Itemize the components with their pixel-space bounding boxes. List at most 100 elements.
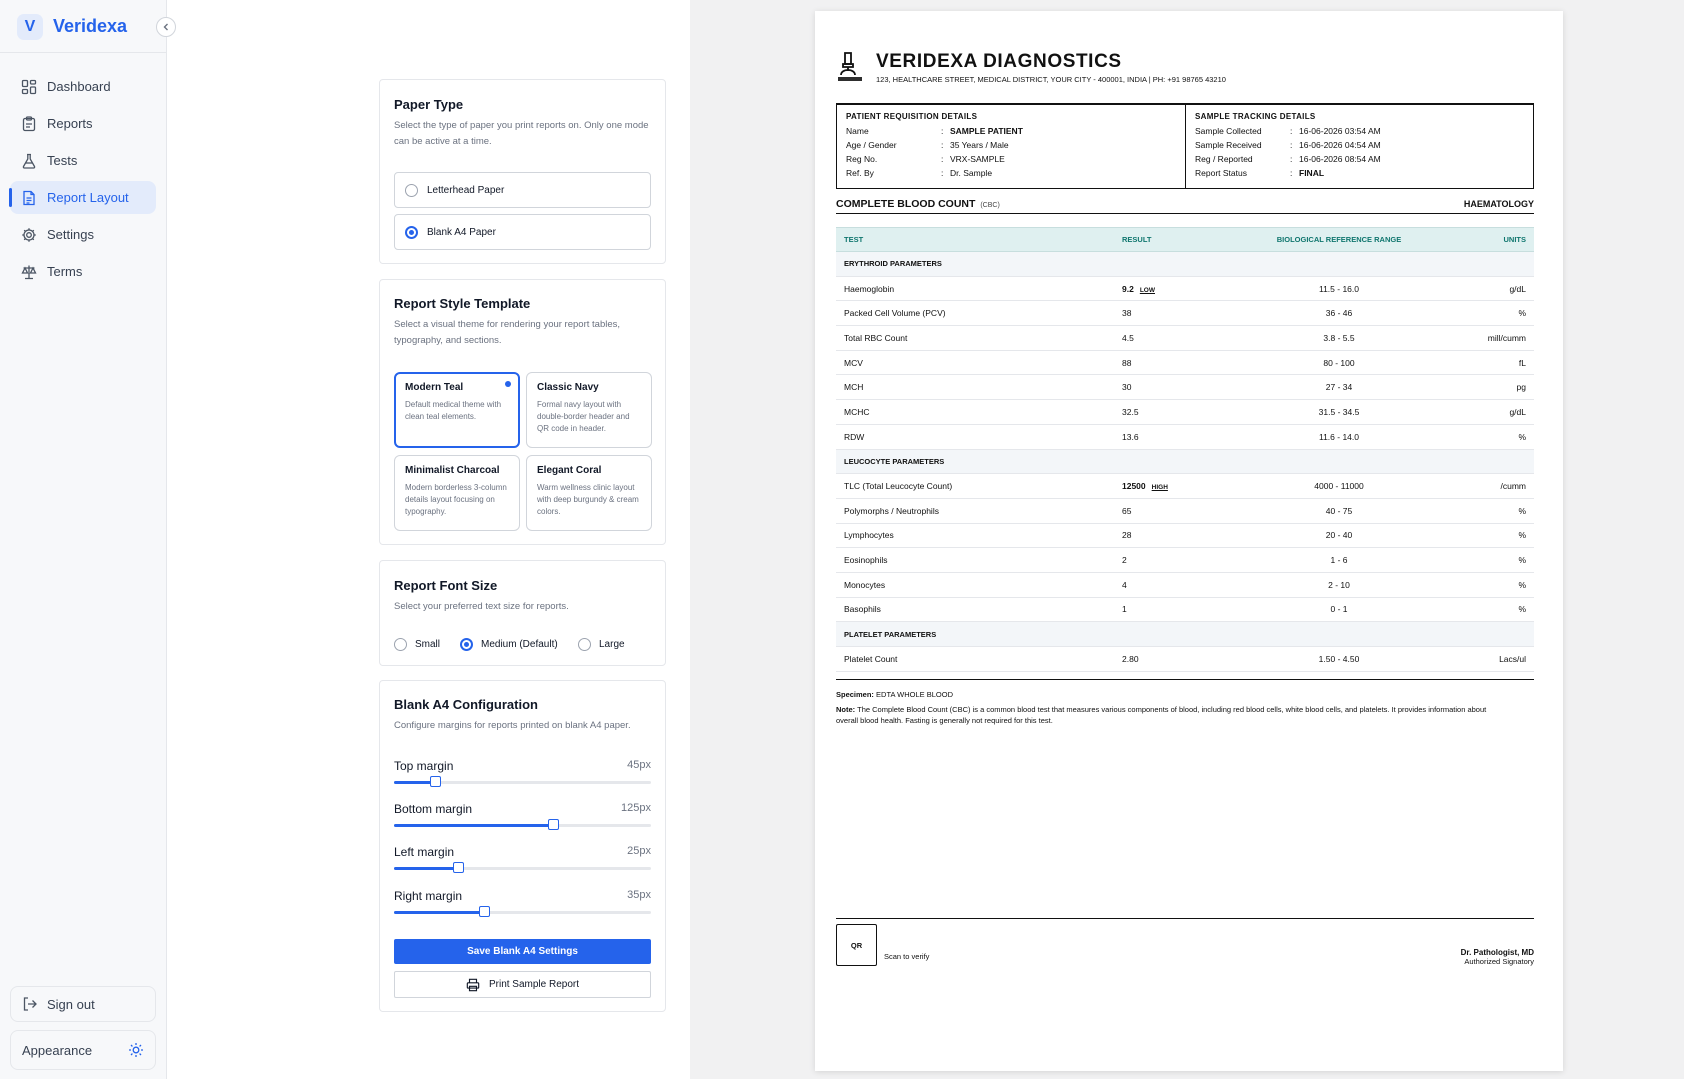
save-blank-a4-button[interactable]: Save Blank A4 Settings bbox=[394, 939, 651, 964]
card-description: Select the type of paper you print repor… bbox=[394, 120, 649, 147]
right-margin-slider[interactable] bbox=[394, 906, 651, 917]
paper-option-letterhead[interactable]: Letterhead Paper bbox=[394, 172, 651, 208]
unit-cell: % bbox=[1434, 424, 1534, 450]
slider-label: Right margin bbox=[394, 889, 463, 903]
slider-label: Top margin bbox=[394, 759, 454, 773]
table-row: Eosinophils 2 1 - 6% bbox=[836, 547, 1534, 573]
radio-button-selected[interactable] bbox=[460, 638, 473, 651]
result-value: 30 bbox=[1122, 382, 1132, 393]
result-cell: 28 bbox=[1114, 523, 1244, 549]
result-value: 65 bbox=[1122, 505, 1132, 516]
section-row: LEUCOCYTE PARAMETERS bbox=[836, 449, 1534, 475]
card-title: Paper Type bbox=[394, 97, 464, 112]
sun-icon[interactable] bbox=[128, 1042, 144, 1058]
slider-thumb[interactable] bbox=[453, 862, 465, 873]
bottom-margin-slider[interactable] bbox=[394, 819, 651, 830]
slider-thumb[interactable] bbox=[478, 906, 490, 917]
result-value: 9.2 bbox=[1122, 283, 1134, 294]
unit-cell: % bbox=[1434, 523, 1534, 549]
paper-option-blank-a4[interactable]: Blank A4 Paper bbox=[394, 214, 651, 250]
result-value: 1 bbox=[1122, 604, 1127, 615]
microscope-icon bbox=[836, 51, 864, 81]
slider-fill bbox=[394, 911, 484, 914]
table-row: Platelet Count 2.80 1.50 - 4.50 Lacs/ul bbox=[836, 646, 1534, 672]
lab-header: VERIDEXA DIAGNOSTICS 123, HEALTHCARE STR… bbox=[836, 51, 1534, 104]
unit-cell: g/dL bbox=[1434, 276, 1534, 302]
template-description: Modern borderless 3-column details layou… bbox=[405, 483, 507, 516]
result-cell: 1 bbox=[1114, 597, 1244, 623]
sidebar-item-report-layout[interactable]: Report Layout bbox=[9, 181, 156, 214]
sidebar-item-settings[interactable]: Settings bbox=[10, 218, 156, 251]
detail-row: Name: SAMPLE PATIENT bbox=[846, 124, 1176, 138]
layout-settings-panel: Paper Type Select the type of paper you … bbox=[168, 0, 690, 1079]
appearance-toggle[interactable]: Appearance bbox=[10, 1030, 156, 1070]
slider-thumb[interactable] bbox=[430, 776, 442, 787]
table-row: MCH 30 27 - 34 pg bbox=[836, 374, 1534, 401]
template-minimalist-charcoal[interactable]: Minimalist Charcoal Modern borderless 3-… bbox=[394, 455, 520, 531]
slider-value: 35px bbox=[627, 889, 651, 901]
result-value: 4 bbox=[1122, 579, 1127, 590]
sidebar-item-terms[interactable]: Terms bbox=[10, 255, 156, 288]
radio-button-selected[interactable] bbox=[405, 225, 418, 239]
sidebar-item-dashboard[interactable]: Dashboard bbox=[10, 70, 156, 103]
result-value: 2.80 bbox=[1122, 653, 1139, 664]
signatory-title: Authorized Signatory bbox=[1464, 957, 1534, 966]
result-value: 12500 bbox=[1122, 481, 1146, 492]
result-flag: LOW bbox=[1139, 286, 1155, 294]
table-row: Haemoglobin 9.2 LOW 11.5 - 16.0 g/dL bbox=[836, 276, 1534, 302]
radio-button[interactable] bbox=[578, 638, 591, 651]
test-name-cell: RDW bbox=[836, 424, 1114, 450]
brand[interactable]: V Veridexa bbox=[17, 13, 127, 40]
top-margin-slider[interactable] bbox=[394, 776, 651, 787]
option-label: Letterhead Paper bbox=[427, 184, 505, 196]
template-elegant-coral[interactable]: Elegant Coral Warm wellness clinic layou… bbox=[526, 455, 652, 531]
radio-button[interactable] bbox=[394, 638, 407, 651]
reference-range-cell: 36 - 46 bbox=[1244, 300, 1434, 327]
radio-button[interactable] bbox=[405, 183, 418, 197]
reference-range-cell: 11.5 - 16.0 bbox=[1244, 276, 1434, 302]
reference-range-cell: 4000 - 11000 bbox=[1244, 473, 1434, 499]
detail-row: Age / Gender:35 Years / Male bbox=[846, 138, 1176, 152]
blank-a4-card: Blank A4 Configuration Configure margins… bbox=[379, 680, 666, 1012]
font-size-small[interactable]: Small bbox=[394, 638, 440, 651]
style-template-card: Report Style Template Select a visual th… bbox=[379, 279, 666, 545]
unit-cell: Lacs/ul bbox=[1434, 646, 1534, 672]
sign-out-button[interactable]: Sign out bbox=[10, 986, 156, 1022]
font-size-medium[interactable]: Medium (Default) bbox=[460, 638, 558, 651]
sidebar-item-tests[interactable]: Tests bbox=[10, 144, 156, 177]
reference-range-cell: 80 - 100 bbox=[1244, 350, 1434, 376]
test-abbreviation: (CBC) bbox=[980, 202, 1000, 209]
detail-key: Ref. By bbox=[846, 168, 874, 178]
sidebar-item-reports[interactable]: Reports bbox=[10, 107, 156, 140]
slider-fill bbox=[394, 867, 459, 870]
result-cell: 9.2 LOW bbox=[1114, 276, 1244, 302]
result-value: 2 bbox=[1122, 555, 1127, 566]
result-cell: 38 bbox=[1114, 300, 1244, 327]
result-cell: 4.5 bbox=[1114, 325, 1244, 351]
section-name: PLATELET PARAMETERS bbox=[836, 621, 1534, 647]
detail-value: 16-06-2026 08:54 AM bbox=[1299, 154, 1381, 164]
left-margin-slider[interactable] bbox=[394, 862, 651, 873]
collapse-sidebar-button[interactable] bbox=[156, 17, 176, 37]
unit-cell: % bbox=[1434, 498, 1534, 524]
colon: : bbox=[941, 126, 944, 136]
slider-label: Left margin bbox=[394, 845, 455, 859]
colon: : bbox=[941, 140, 944, 150]
print-label: Print Sample Report bbox=[488, 979, 580, 990]
template-modern-teal[interactable]: Modern Teal Default medical theme with c… bbox=[394, 372, 520, 448]
table-row: MCV 88 80 - 100 fL bbox=[836, 350, 1534, 376]
detail-row: Reg No.: VRX-SAMPLE bbox=[846, 152, 1176, 166]
patient-requisition-details: PATIENT REQUISITION DETAILS Name: SAMPLE … bbox=[837, 105, 1185, 188]
print-sample-report-button[interactable]: Print Sample Report bbox=[394, 971, 651, 998]
font-size-large[interactable]: Large bbox=[578, 638, 625, 651]
unit-cell: % bbox=[1434, 572, 1534, 598]
note-text: The Complete Blood Count (CBC) is a comm… bbox=[836, 705, 1487, 725]
specimen-divider bbox=[836, 679, 1534, 680]
template-classic-navy[interactable]: Classic Navy Formal navy layout with dou… bbox=[526, 372, 652, 448]
detail-row: Sample Collected:16-06-2026 03:54 AM bbox=[1195, 124, 1524, 138]
test-name-cell: Total RBC Count bbox=[836, 325, 1114, 351]
lab-name: VERIDEXA DIAGNOSTICS bbox=[876, 51, 1122, 72]
test-name-cell: Lymphocytes bbox=[836, 523, 1114, 549]
note-label: Note: bbox=[836, 705, 856, 714]
slider-thumb[interactable] bbox=[548, 819, 560, 830]
